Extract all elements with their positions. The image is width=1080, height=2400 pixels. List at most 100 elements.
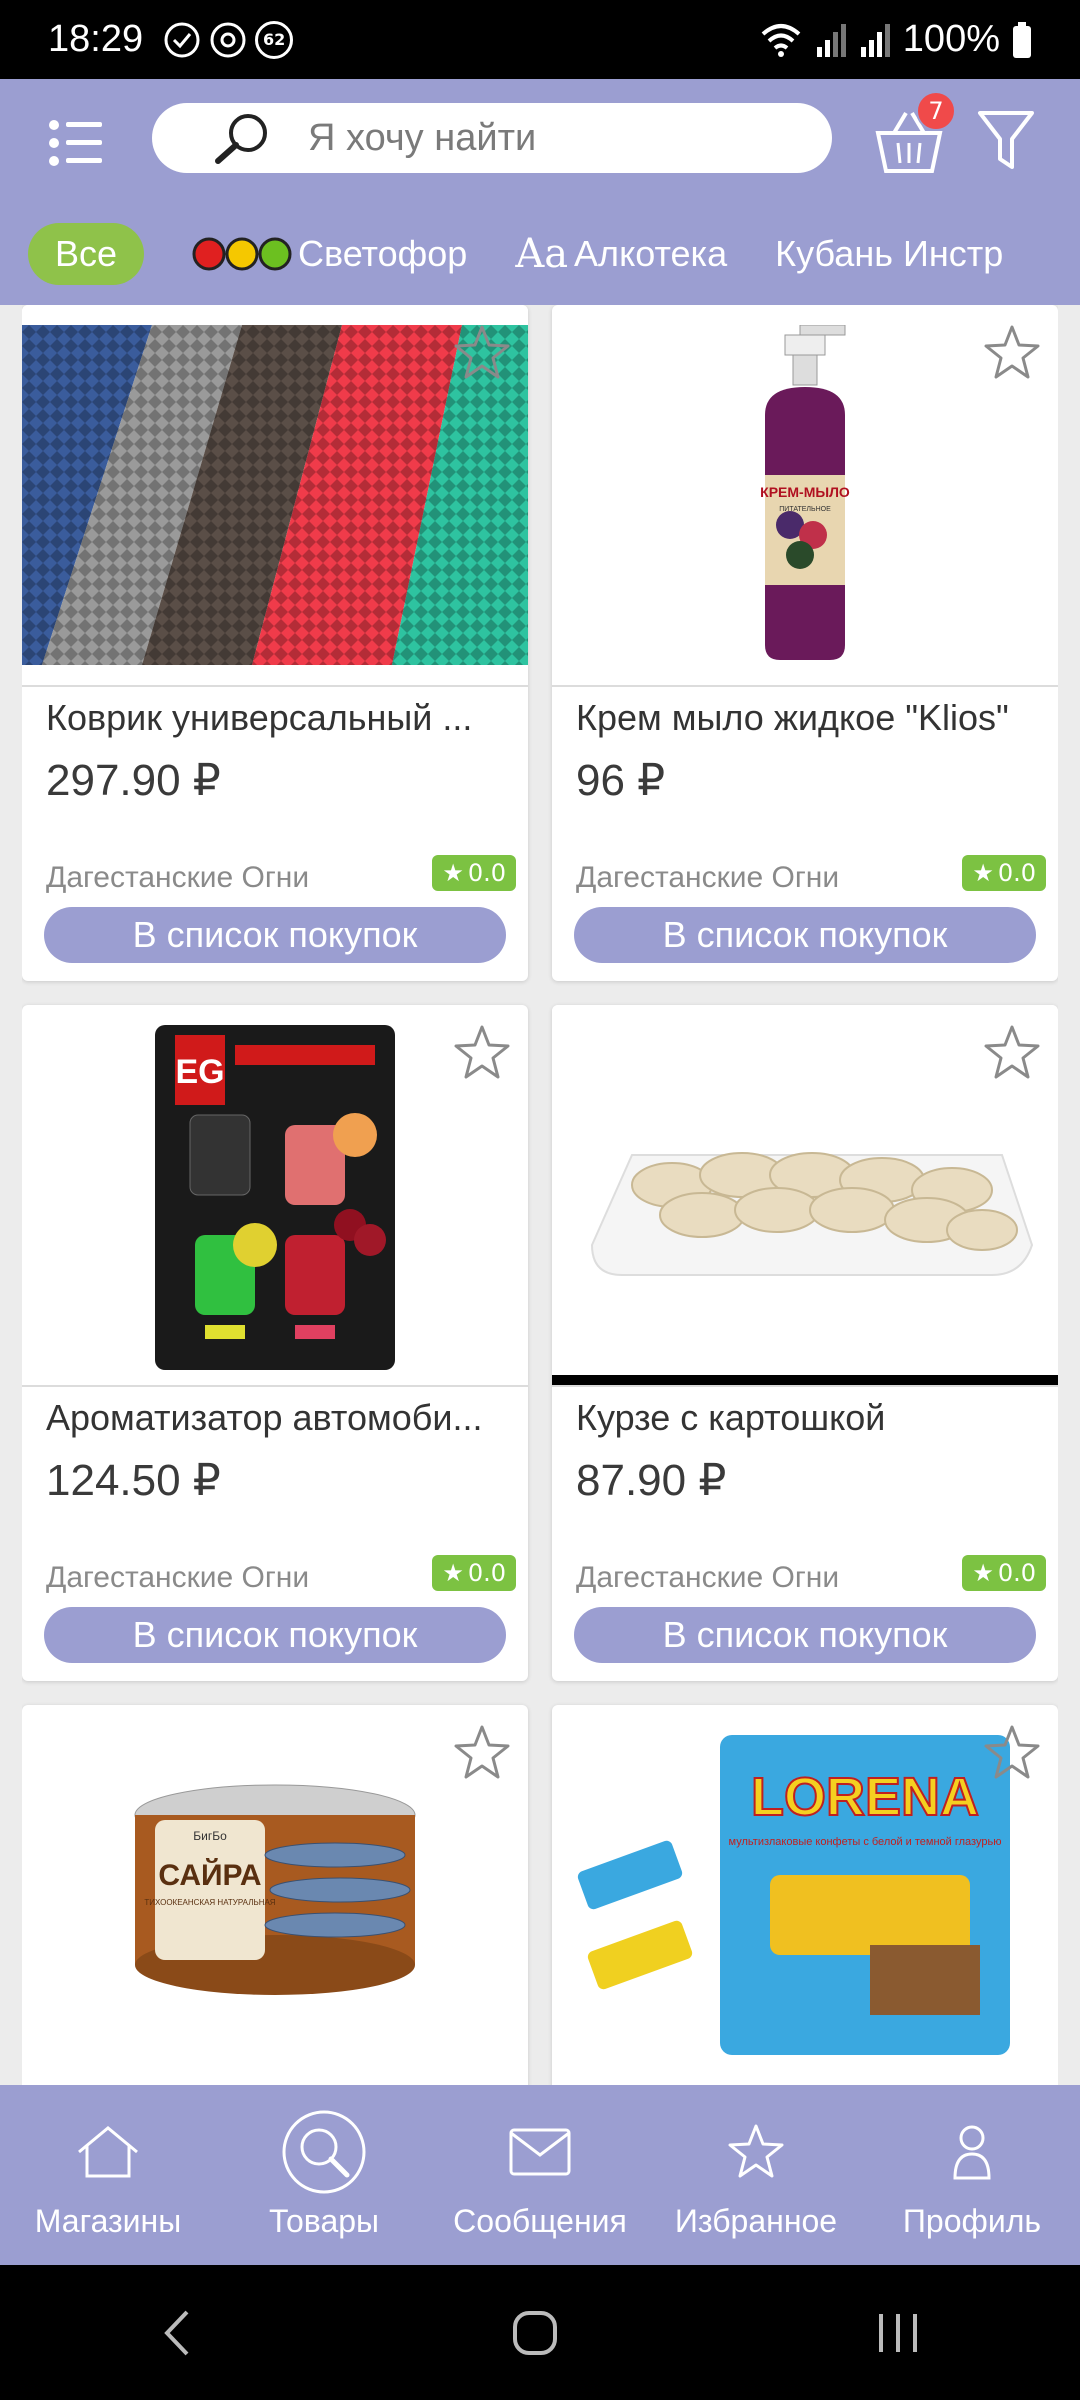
nav-label: Товары <box>268 2203 380 2239</box>
rating-badge: ★ 0.0 <box>962 1555 1046 1591</box>
soap-label: КРЕМ-МЫЛО <box>760 484 850 500</box>
favorite-star-icon[interactable] <box>982 323 1042 383</box>
product-name: Коврик универсальный ... <box>46 697 473 738</box>
add-to-list-button[interactable]: В список покупок <box>44 1607 506 1663</box>
home-circle-icon[interactable] <box>510 2308 560 2358</box>
nav-label: Магазины <box>34 2203 182 2239</box>
product-card[interactable]: Коврик универсальный ... 297.90 ₽ Дагест… <box>22 305 528 981</box>
rating-star-icon: ★ <box>442 1559 464 1587</box>
chip-label: Кубань Инстр <box>775 233 1004 274</box>
product-price: 297.90 ₽ <box>46 756 221 805</box>
soap-sublabel: ПИТАТЕЛЬНОЕ <box>779 506 831 513</box>
favorite-star-icon[interactable] <box>452 1723 512 1783</box>
status-notifications: 62 <box>163 20 294 59</box>
store-name: Дагестанские Огни <box>576 861 840 894</box>
favorite-star-icon[interactable] <box>452 1023 512 1083</box>
favorite-star-icon[interactable] <box>452 323 512 383</box>
product-name: Ароматизатор автомоби... <box>46 1397 483 1438</box>
candy-sub: мультизлаковые конфеты с белой и темной … <box>729 1836 1002 1848</box>
battery-percent: 100% <box>902 18 1000 60</box>
nav-label: Сообщения <box>453 2203 627 2239</box>
badge-count-icon: 62 <box>255 20 294 59</box>
app-header: Я хочу найти 7 Все Светофор Aa Алкотека … <box>0 79 1080 305</box>
envelope-icon <box>509 2128 571 2176</box>
product-name: Курзе с картошкой <box>576 1397 886 1438</box>
rating-star-icon: ★ <box>972 859 994 887</box>
divider <box>22 1385 528 1387</box>
product-name: Крем мыло жидкое "Klios" <box>576 697 1009 738</box>
check-circle-icon <box>164 22 200 57</box>
status-time: 18:29 <box>48 18 144 60</box>
store-chips: Все Светофор Aa Алкотека Кубань Инстр <box>0 209 1080 299</box>
status-right: 100% <box>759 18 1032 61</box>
signal-icon-2 <box>860 23 890 57</box>
rating-star-icon: ★ <box>972 1559 994 1587</box>
cart-badge: 7 <box>916 91 956 131</box>
home-icon <box>78 2126 138 2178</box>
signal-icon <box>816 23 846 57</box>
wifi-icon <box>761 23 801 57</box>
store-name: Дагестанские Огни <box>46 861 310 894</box>
star-icon <box>728 2124 784 2178</box>
product-card[interactable]: КРЕМ-МЫЛО ПИТАТЕЛЬНОЕ Крем мыло жидкое "… <box>552 305 1058 981</box>
search-placeholder: Я хочу найти <box>308 116 537 159</box>
rating-value: 0.0 <box>467 859 506 887</box>
rating-value: 0.0 <box>997 859 1036 887</box>
recents-icon[interactable] <box>873 2308 923 2358</box>
search-icon <box>215 114 267 164</box>
fish-sub: ТИХООКЕАНСКАЯ НАТУРАЛЬНАЯ <box>144 1898 275 1907</box>
battery-icon <box>1013 21 1031 58</box>
freshener-logo: EG <box>175 1053 224 1091</box>
rating-value: 0.0 <box>997 1559 1036 1587</box>
product-card[interactable]: БигБо САЙРА ТИХООКЕАНСКАЯ НАТУРАЛЬНАЯ <box>22 1705 528 2085</box>
status-bar: 18:29 62 100% <box>0 0 1080 79</box>
divider <box>22 685 528 687</box>
nav-shops[interactable]: Магазины <box>0 2085 216 2265</box>
nav-profile[interactable]: Профиль <box>864 2085 1080 2265</box>
rating-badge: ★ 0.0 <box>432 855 516 891</box>
nav-label: Избранное <box>674 2203 838 2239</box>
favorite-star-icon[interactable] <box>982 1023 1042 1083</box>
product-card[interactable]: Курзе с картошкой 87.90 ₽ Дагестанские О… <box>552 1005 1058 1681</box>
candy-brand: LORENA <box>751 1767 979 1827</box>
chip-alkoteka[interactable]: Aa Алкотека <box>515 231 727 277</box>
filter-funnel-icon[interactable] <box>976 107 1036 173</box>
nav-favorites[interactable]: Избранное <box>648 2085 864 2265</box>
chip-kuban[interactable]: Кубань Инстр <box>775 233 1003 275</box>
add-to-list-button[interactable]: В список покупок <box>574 907 1036 963</box>
rating-badge: ★ 0.0 <box>962 855 1046 891</box>
chip-svetofor[interactable]: Светофор <box>192 233 467 275</box>
product-card[interactable]: LORENA мультизлаковые конфеты с белой и … <box>552 1705 1058 2085</box>
search-input[interactable]: Я хочу найти <box>152 103 832 173</box>
system-nav-bar <box>0 2265 1080 2400</box>
product-price: 96 ₽ <box>576 756 666 805</box>
nav-messages[interactable]: Сообщения <box>432 2085 648 2265</box>
traffic-light-icon <box>192 236 292 272</box>
fish-title: САЙРА <box>158 1858 261 1892</box>
at-sign-icon <box>210 22 246 57</box>
nav-label: Профиль <box>902 2203 1042 2239</box>
person-icon <box>953 2125 991 2180</box>
product-price: 87.90 ₽ <box>576 1456 727 1505</box>
back-icon[interactable] <box>157 2308 197 2358</box>
chip-all[interactable]: Все <box>28 223 144 285</box>
nav-products[interactable]: Товары <box>216 2085 432 2265</box>
screen: 18:29 62 100% Я хочу найти 7 Все Светофо… <box>0 0 1080 2400</box>
chip-label: Алкотека <box>574 233 728 274</box>
store-name: Дагестанские Огни <box>576 1561 840 1594</box>
rating-value: 0.0 <box>467 1559 506 1587</box>
store-name: Дагестанские Огни <box>46 1561 310 1594</box>
bottom-nav: Магазины Товары Сообщения Избранное Проф… <box>0 2085 1080 2265</box>
divider <box>552 1385 1058 1387</box>
aa-icon: Aa <box>515 231 569 277</box>
search-icon <box>282 2110 366 2194</box>
add-to-list-button[interactable]: В список покупок <box>574 1607 1036 1663</box>
product-price: 124.50 ₽ <box>46 1456 221 1505</box>
chip-label: Светофор <box>298 233 468 274</box>
favorite-star-icon[interactable] <box>982 1723 1042 1783</box>
menu-list-icon[interactable] <box>48 115 104 171</box>
rating-star-icon: ★ <box>442 859 464 887</box>
rating-badge: ★ 0.0 <box>432 1555 516 1591</box>
product-card[interactable]: EG Ароматизатор автомоби... 124.50 ₽ Даг… <box>22 1005 528 1681</box>
add-to-list-button[interactable]: В список покупок <box>44 907 506 963</box>
